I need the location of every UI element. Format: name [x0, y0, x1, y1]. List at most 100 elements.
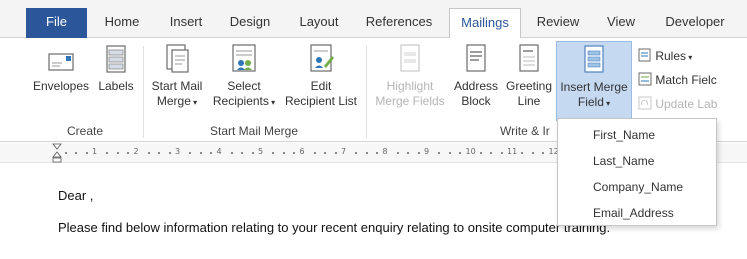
match-fields-icon: [638, 72, 652, 86]
ruler-tick: [479, 152, 482, 154]
start-mail-merge-label-2: Merge: [156, 94, 191, 108]
group-label-create: Create: [66, 124, 104, 138]
rules-label: Rules: [655, 49, 687, 63]
menu-item-last-name[interactable]: Last_Name: [593, 154, 654, 168]
highlight-merge-fields-label-1: Highlight: [386, 79, 434, 93]
select-recipients-icon: [232, 44, 256, 72]
address-block-label-2: Block: [461, 94, 491, 108]
insert-merge-field-label-1: Insert Merge: [560, 80, 628, 94]
ruler-number: 2: [133, 147, 139, 156]
highlight-merge-fields-label-2: Merge Fields: [375, 94, 445, 108]
ruler-tick: [417, 152, 420, 154]
tab-developer[interactable]: Developer: [656, 8, 734, 38]
insert-merge-field-menu: First_Name Last_Name Company_Name Email_…: [557, 118, 717, 226]
envelopes-label: Envelopes: [32, 79, 90, 93]
indent-marker-icon[interactable]: [52, 143, 62, 163]
tab-mailings[interactable]: Mailings: [449, 8, 521, 39]
start-mail-merge-button[interactable]: Start Mail Merge ▾: [146, 42, 208, 110]
ruler-number: 1: [92, 147, 98, 156]
group-separator: [366, 46, 367, 138]
ruler-tick: [272, 152, 275, 154]
tab-file[interactable]: File: [26, 8, 87, 38]
insert-merge-field-button[interactable]: Insert Merge Field ▾: [556, 41, 632, 121]
ruler-tick: [64, 152, 67, 154]
match-fields-button[interactable]: Match Fielc: [638, 72, 717, 88]
update-labels-button[interactable]: Update Lab: [638, 96, 717, 112]
ruler-number: 8: [382, 147, 388, 156]
labels-button[interactable]: Labels: [94, 42, 138, 94]
tab-layout[interactable]: Layout: [290, 8, 348, 38]
edit-recipient-list-icon: [310, 44, 334, 72]
labels-label: Labels: [98, 79, 134, 93]
ruler-tick: [490, 152, 493, 154]
highlight-merge-fields-icon: [400, 44, 420, 72]
ruler-number: 6: [299, 147, 305, 156]
greeting-line-button[interactable]: Greeting Line: [503, 42, 555, 109]
ruler-tick: [365, 152, 368, 154]
dropdown-arrow-icon: ▾: [603, 99, 611, 108]
update-labels-icon: [638, 96, 652, 110]
tab-references[interactable]: References: [358, 8, 440, 38]
ruler-tick: [500, 152, 503, 154]
ruler-tick: [376, 152, 379, 154]
dropdown-arrow-icon: ▾: [268, 98, 276, 107]
ruler-number: 5: [258, 147, 264, 156]
document-body-line: Please find below information relating t…: [58, 220, 611, 235]
tab-view[interactable]: View: [598, 8, 644, 38]
envelope-icon: [48, 53, 74, 71]
dropdown-arrow-icon: ▾: [686, 53, 693, 62]
ruler-tick: [521, 152, 524, 154]
ruler-tick: [230, 152, 233, 154]
ruler-tick: [168, 152, 171, 154]
insert-merge-field-label-2: Field: [577, 95, 604, 109]
dropdown-arrow-icon: ▾: [190, 98, 198, 107]
ruler-tick: [438, 152, 441, 154]
greeting-line-label-2: Line: [517, 94, 541, 108]
ruler-number: 4: [216, 147, 222, 156]
ruler-number: 3: [175, 147, 181, 156]
menu-item-first-name[interactable]: First_Name: [593, 128, 655, 142]
tab-home[interactable]: Home: [96, 8, 148, 38]
ruler-tick: [85, 152, 88, 154]
ruler-tick: [531, 152, 534, 154]
ruler-tick: [199, 152, 202, 154]
highlight-merge-fields-button[interactable]: Highlight Merge Fields: [371, 42, 449, 109]
ruler-tick: [127, 152, 130, 154]
ruler-tick: [396, 152, 399, 154]
address-block-icon: [466, 44, 486, 72]
ruler-tick: [459, 152, 462, 154]
ruler-tick: [334, 152, 337, 154]
update-labels-label: Update Lab: [655, 97, 718, 111]
tab-review[interactable]: Review: [530, 8, 586, 38]
tab-insert[interactable]: Insert: [160, 8, 212, 38]
ribbon-tab-bar: File Home Insert Design Layout Reference…: [0, 0, 747, 39]
address-block-label-1: Address: [453, 79, 499, 93]
menu-item-email-address[interactable]: Email_Address: [593, 206, 674, 220]
menu-item-company-name[interactable]: Company_Name: [593, 180, 683, 194]
edit-recipient-list-button[interactable]: Edit Recipient List: [281, 42, 361, 109]
ruler-tick: [324, 152, 327, 154]
select-recipients-button[interactable]: Select Recipients ▾: [208, 42, 280, 110]
edit-recipient-list-label-1: Edit: [310, 79, 332, 93]
edit-recipient-list-label-2: Recipient List: [284, 94, 358, 108]
address-block-button[interactable]: Address Block: [450, 42, 502, 109]
rules-icon: [638, 48, 651, 62]
rules-button[interactable]: Rules ▾: [638, 48, 692, 66]
envelopes-button[interactable]: Envelopes: [30, 42, 92, 94]
start-mail-merge-icon: [166, 44, 189, 73]
tab-design[interactable]: Design: [222, 8, 278, 38]
ruler-tick: [448, 152, 451, 154]
greeting-line-icon: [519, 44, 539, 72]
ruler-number: 7: [341, 147, 347, 156]
select-recipients-label-1: Select: [227, 79, 261, 93]
ruler-tick: [210, 152, 213, 154]
ruler-tick: [251, 152, 254, 154]
document-salutation: Dear ,: [58, 188, 94, 203]
select-recipients-label-2: Recipients: [212, 94, 269, 108]
ruler-tick: [189, 152, 192, 154]
ruler-number: 9: [424, 147, 430, 156]
ruler-tick: [158, 152, 161, 154]
group-separator: [143, 46, 144, 138]
ruler-tick: [313, 152, 316, 154]
ruler-tick: [106, 152, 109, 154]
